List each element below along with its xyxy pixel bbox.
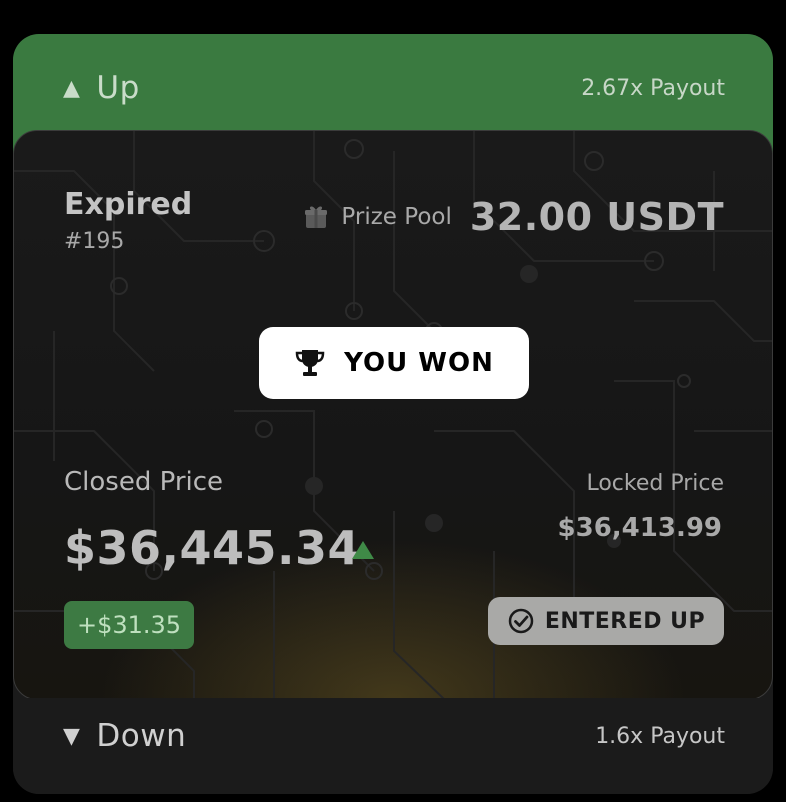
triangle-up-icon: ▲ — [63, 75, 81, 101]
prize-pool-value: 32.00 USDT — [469, 195, 724, 239]
down-payout: 1.6x Payout — [595, 724, 725, 749]
check-circle-icon — [508, 608, 534, 634]
prediction-card: ▲ Up 2.67x Payout Expired #195 Prize Poo… — [13, 34, 773, 794]
closed-price-label: Closed Price — [64, 467, 224, 497]
up-label: Up — [96, 70, 140, 106]
triangle-down-icon: ▼ — [63, 723, 81, 749]
up-payout: 2.67x Payout — [581, 76, 725, 101]
prize-pool-label: Prize Pool — [341, 204, 452, 230]
you-won-badge: YOU WON — [259, 327, 529, 399]
down-label: Down — [96, 718, 187, 754]
you-won-label: YOU WON — [344, 348, 494, 378]
closed-price-value: $36,445.34 — [64, 521, 361, 575]
entered-up-badge: ENTERED UP — [488, 597, 724, 645]
locked-price-label: Locked Price — [586, 471, 724, 496]
price-up-arrow-icon — [352, 541, 374, 559]
locked-price-value: $36,413.99 — [557, 513, 722, 543]
trophy-icon — [295, 350, 325, 376]
entered-up-label: ENTERED UP — [544, 608, 706, 634]
down-section[interactable]: ▼ Down 1.6x Payout — [13, 698, 773, 794]
gift-icon — [305, 206, 328, 228]
up-direction: ▲ Up — [63, 70, 140, 106]
prize-pool: Prize Pool 32.00 USDT — [303, 195, 724, 239]
round-panel: Expired #195 Prize Pool 32.00 USDT YOU W… — [13, 130, 773, 700]
down-direction: ▼ Down — [63, 718, 186, 754]
round-status: Expired — [64, 187, 193, 222]
round-number: #195 — [64, 229, 125, 254]
price-change-badge: +$31.35 — [64, 601, 194, 649]
